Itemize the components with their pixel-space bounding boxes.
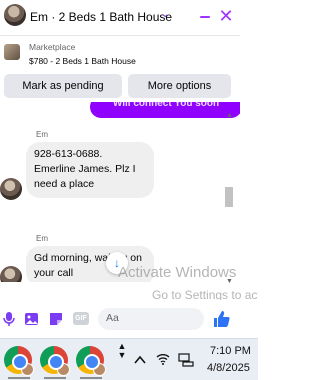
active-app-indicator [8,377,30,379]
chrome-icon[interactable] [76,346,106,376]
more-options-button[interactable]: More options [128,74,231,98]
message-sender: Em [36,234,48,243]
chrome-icon[interactable] [4,346,34,376]
taskbar-date[interactable]: 4/8/2025 [207,362,250,374]
mic-icon[interactable] [1,311,17,327]
active-app-indicator [44,377,66,379]
gif-icon[interactable]: GIF [73,312,89,325]
profile-avatar [93,363,106,376]
photo-icon[interactable] [24,311,40,327]
messenger-window: { "header": { "title": "Em · 2 Beds 1 Ba… [0,0,258,380]
taskbar-scroll-arrows[interactable]: ▲ ▼ [117,342,127,360]
profile-avatar [21,363,34,376]
chevron-down-icon[interactable]: ⌄ [161,10,171,20]
chrome-icon[interactable] [40,346,70,376]
sticker-icon[interactable] [48,311,64,327]
chat-scrollbar[interactable]: ▲ ▼ [223,110,235,288]
wifi-icon[interactable] [156,353,170,368]
like-icon[interactable] [212,309,232,334]
marketplace-card: Marketplace $780 - 2 Beds 1 Bath House M… [0,36,240,102]
show-hidden-icons-icon[interactable] [134,353,146,368]
scrollbar-thumb[interactable] [225,187,233,207]
taskbar-time[interactable]: 7:10 PM [210,345,251,357]
message-input[interactable]: Aa [98,308,204,330]
mark-as-pending-button[interactable]: Mark as pending [4,74,122,98]
chat-title[interactable]: Em · 2 Beds 1 Bath House [30,10,172,24]
activate-windows-title: Activate Windows [118,264,237,281]
chat-header: Em · 2 Beds 1 Bath House ⌄ ✕ [0,0,240,36]
header-avatar[interactable] [4,4,26,26]
marketplace-label: Marketplace [29,42,76,52]
close-icon[interactable]: ✕ [218,7,234,25]
message-input-placeholder: Aa [106,312,119,324]
listing-title[interactable]: $780 - 2 Beds 1 Bath House [29,56,136,66]
scroll-up-arrow-icon[interactable]: ▲ [226,112,233,119]
listing-thumbnail[interactable] [4,44,20,60]
message-sender: Em [36,130,48,139]
outgoing-message-bubble: Will connect You soon [90,102,240,118]
incoming-message-bubble: 928-613-0688. Emerline James. Plz I need… [26,142,154,198]
sender-avatar[interactable] [0,266,22,282]
message-composer: GIF Aa [0,300,240,338]
profile-avatar [57,363,70,376]
active-app-indicator [80,377,102,379]
minimize-icon[interactable] [198,8,212,24]
network-icon[interactable] [178,353,194,370]
sender-avatar[interactable] [0,178,22,200]
